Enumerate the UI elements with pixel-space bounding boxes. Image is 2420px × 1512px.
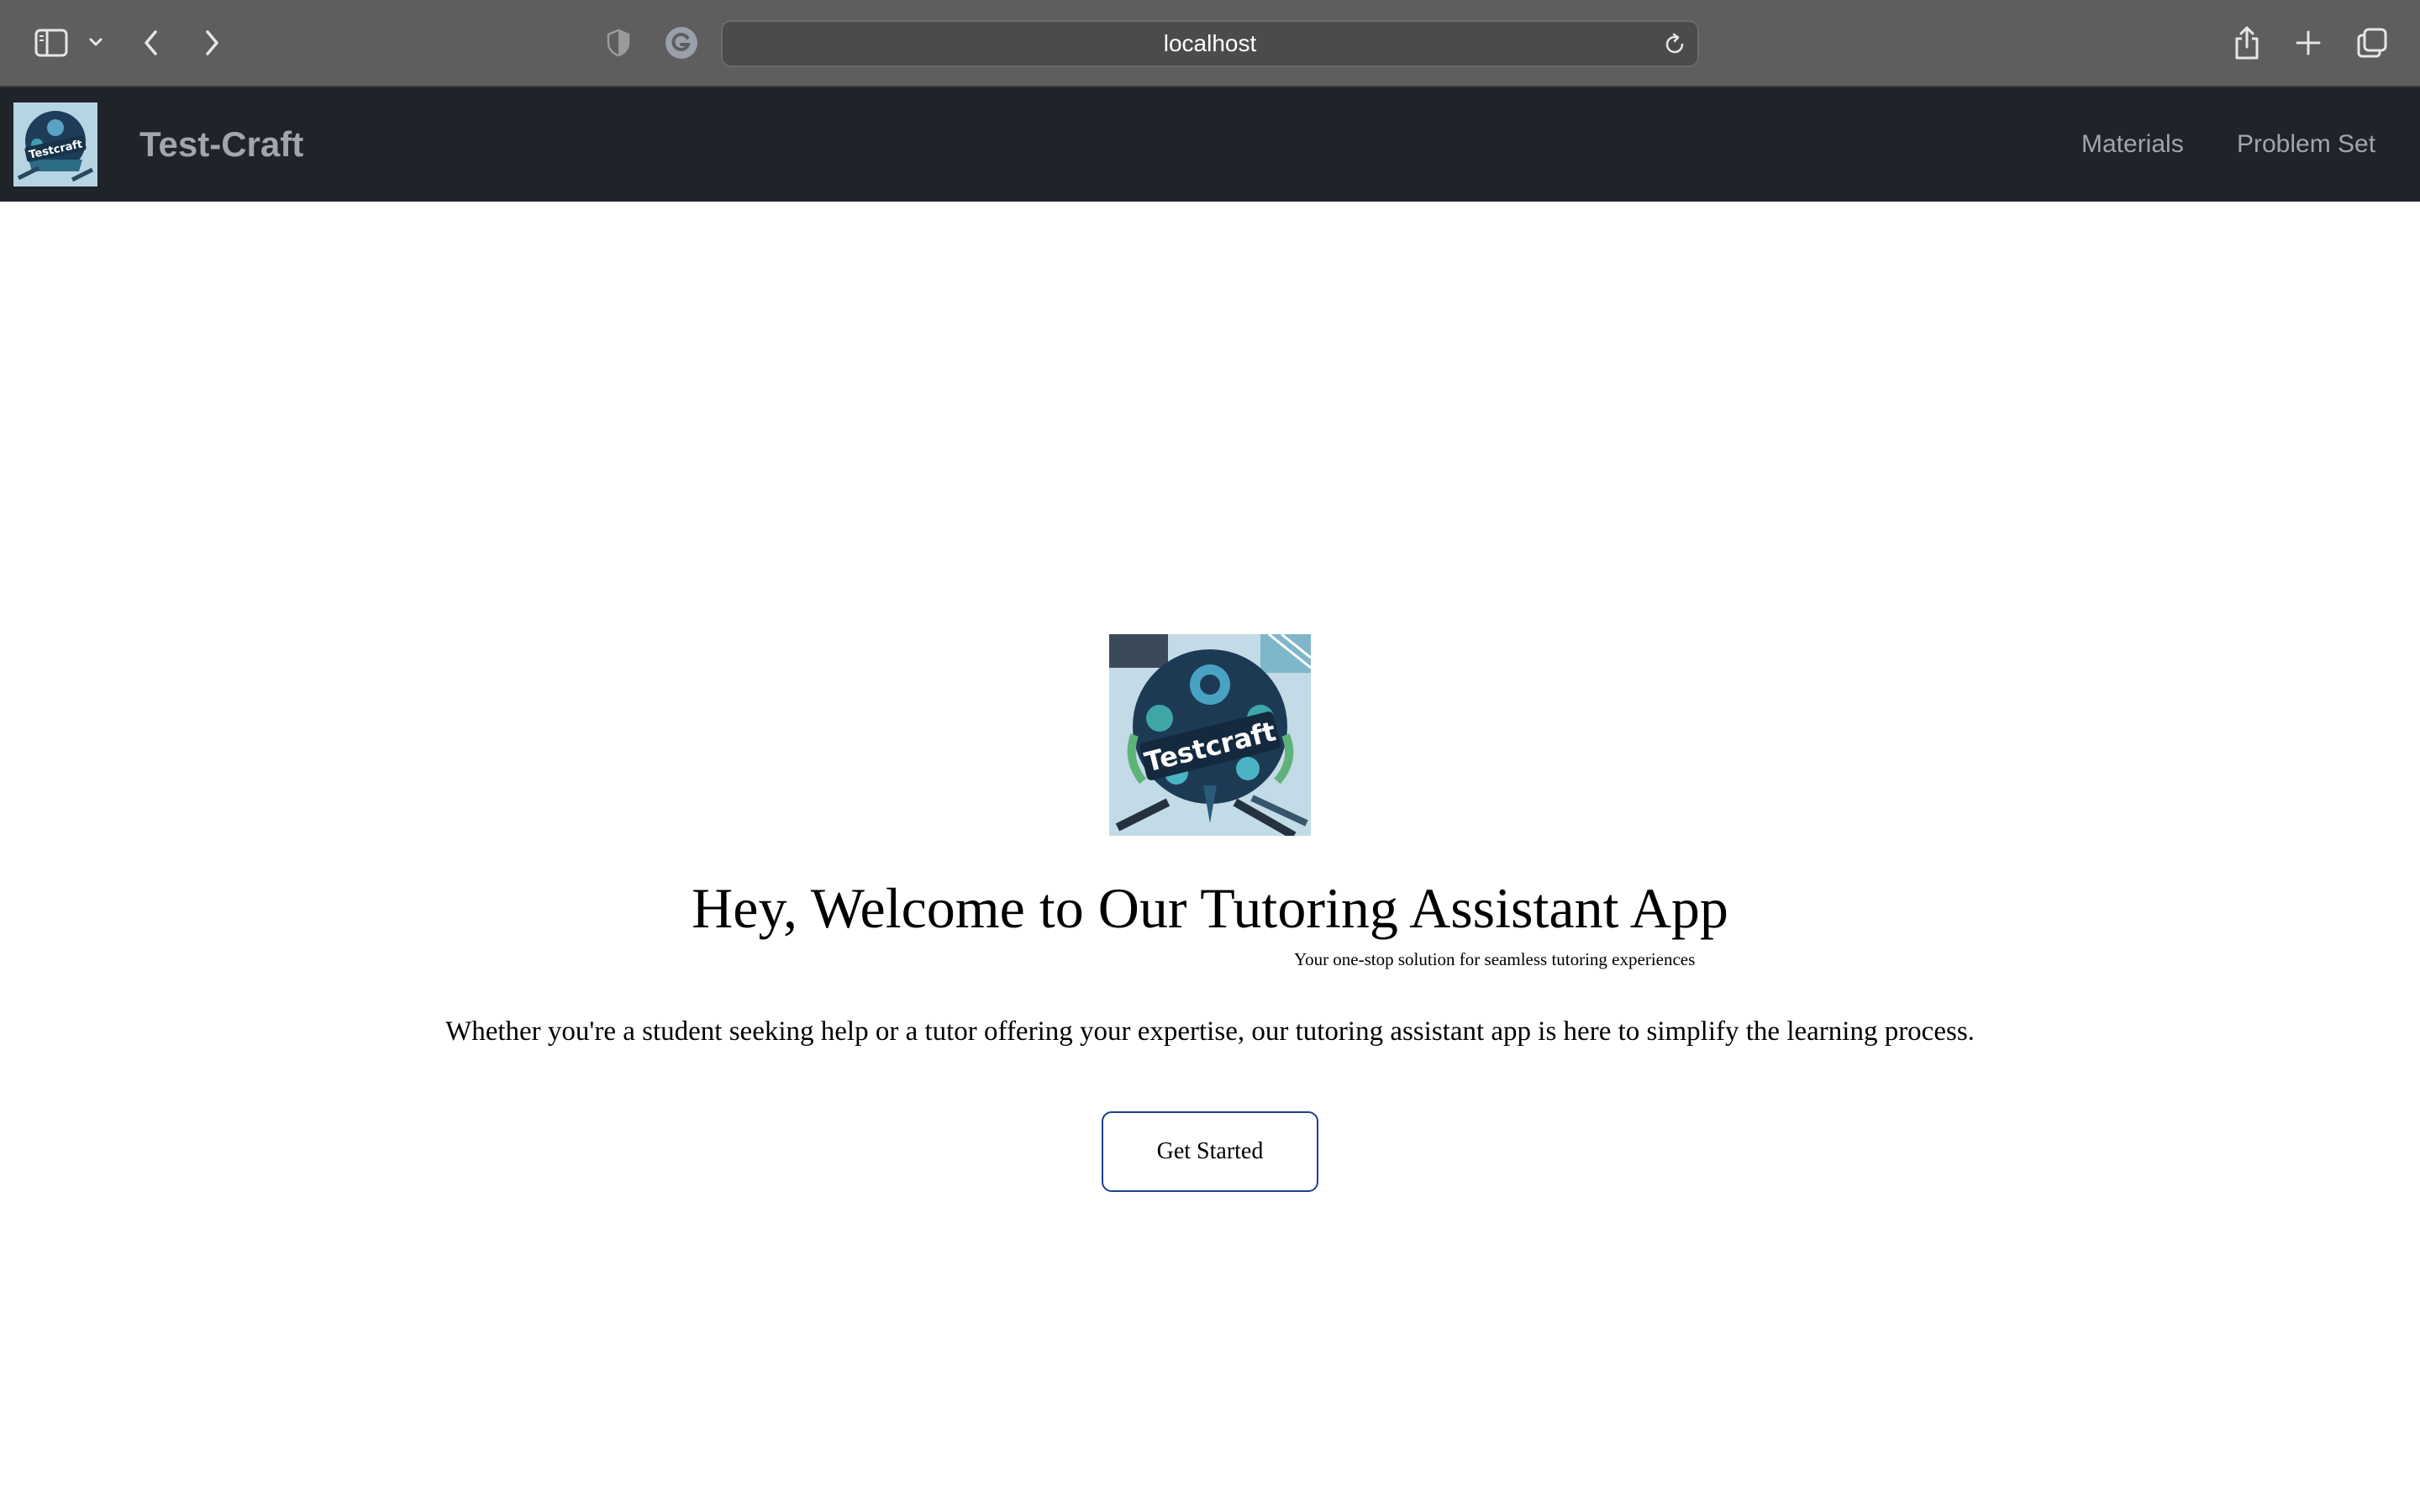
chevron-right-icon[interactable] [197,25,227,60]
nav-link-materials[interactable]: Materials [2081,87,2184,202]
grammarly-icon[interactable] [664,25,699,60]
hero-logo-image: Testcraft [1109,633,1312,840]
brand-logo-image: Testcraft [13,102,97,186]
get-started-button[interactable]: Get Started [1102,1111,1318,1192]
share-icon[interactable] [2230,24,2264,62]
brand-name[interactable]: Test-Craft [139,87,303,202]
address-bar[interactable]: localhost [721,20,1699,67]
sidebar-icon[interactable] [32,25,71,60]
url-text: localhost [1163,30,1257,56]
nav-link-problem-set[interactable]: Problem Set [2237,87,2375,202]
tabs-overview-icon[interactable] [2354,25,2390,60]
browser-toolbar: localhost [0,0,2420,87]
app-navbar: Testcraft Test-Craft Materials Problem S… [0,87,2420,202]
hero-logo: Testcraft [1109,633,1312,840]
chevron-left-icon[interactable] [136,25,166,60]
hero-description: Whether you're a student seeking help or… [445,1016,1975,1047]
chevron-down-icon[interactable] [86,32,106,52]
hero-subtitle: Your one-stop solution for seamless tuto… [1294,949,1696,969]
shield-icon[interactable] [603,27,634,59]
hero-title: Hey, Welcome to Our Tutoring Assistant A… [692,876,1728,940]
brand-logo[interactable]: Testcraft [13,102,97,186]
plus-icon[interactable] [2292,27,2324,59]
reload-icon[interactable] [1662,32,1687,61]
